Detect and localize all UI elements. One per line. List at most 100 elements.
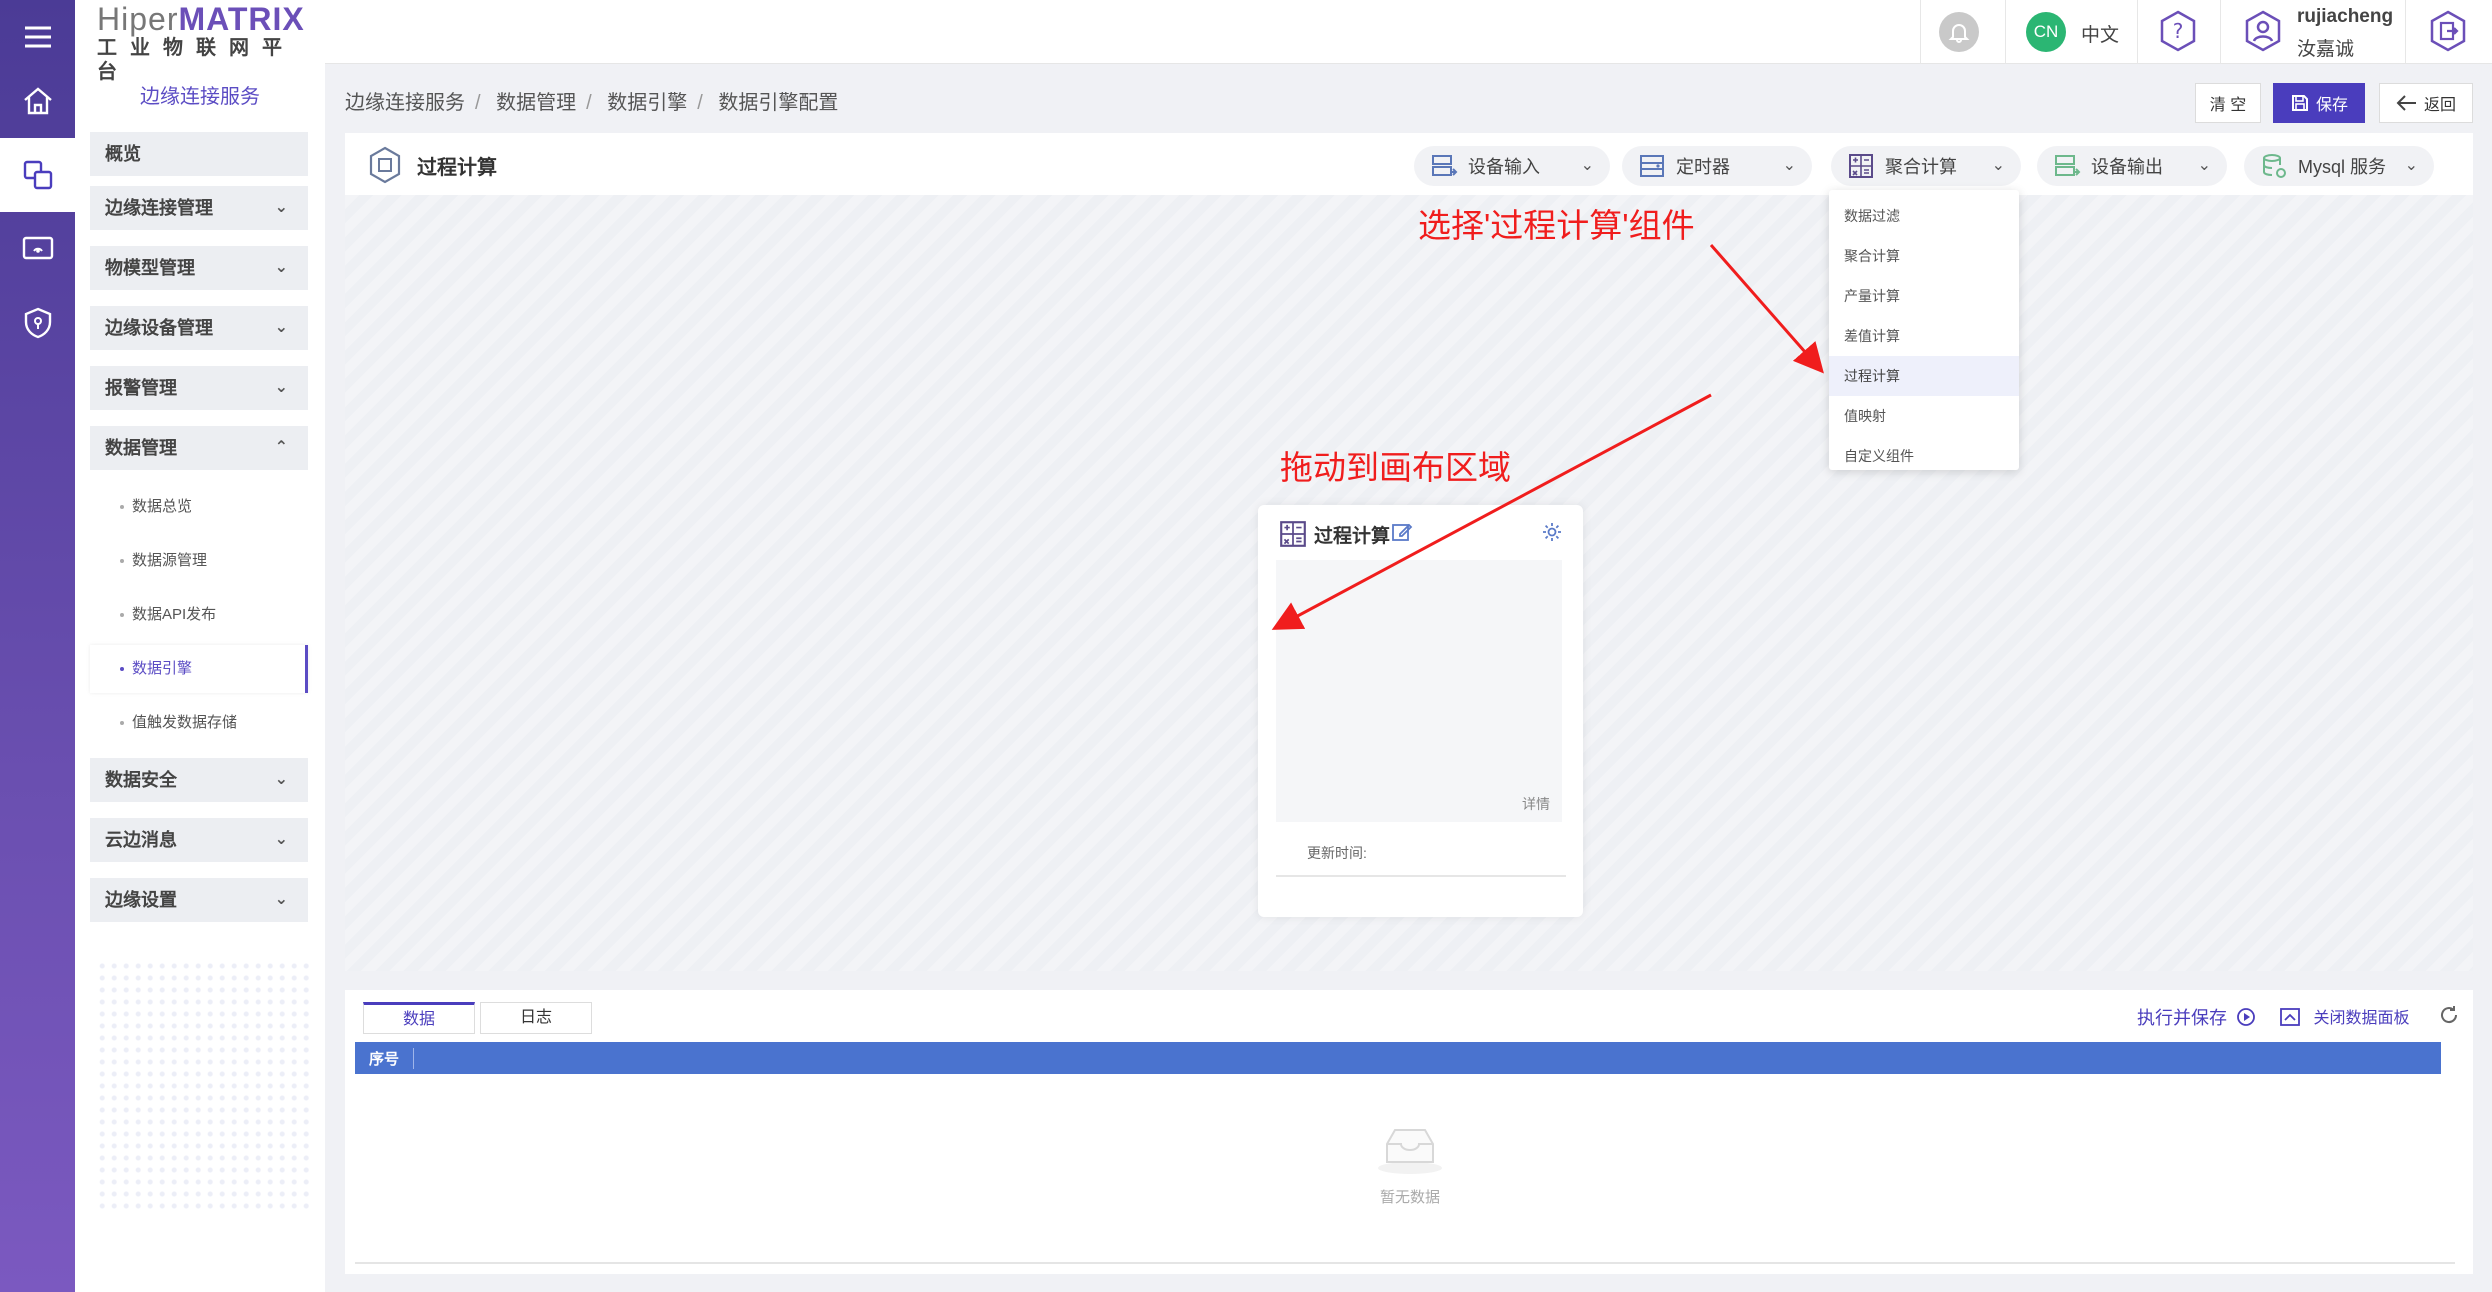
close-data-panel-button[interactable]: 关闭数据面板 — [2279, 1004, 2409, 1028]
sidebar-item-label: 物模型管理 — [105, 258, 195, 278]
language-label[interactable]: 中文 — [2081, 20, 2119, 47]
header-divider — [2137, 0, 2138, 64]
brand-name-part2: MATRIX — [178, 1, 305, 37]
notification-button[interactable] — [1939, 12, 1979, 52]
save-button-label: 保存 — [2315, 97, 2348, 114]
collapse-icon — [2280, 1008, 2300, 1026]
save-button[interactable]: 保存 — [2273, 83, 2365, 123]
help-button[interactable]: ? — [2155, 8, 2201, 59]
sidebar-item-alarm[interactable]: 报警管理 ⌄ — [90, 366, 308, 410]
menu-toggle-button[interactable] — [0, 0, 75, 74]
user-avatar[interactable] — [2240, 8, 2286, 59]
sidebar-item-label: 边缘设备管理 — [105, 318, 213, 338]
header-divider — [2005, 0, 2006, 64]
icon-rail — [0, 0, 75, 1292]
breadcrumb-separator: / — [697, 92, 703, 114]
chevron-down-icon: ⌄ — [274, 259, 288, 276]
run-and-save-button[interactable]: 执行并保存 — [2137, 1004, 2256, 1030]
brand-subtitle: 工业物联网平台 — [97, 37, 295, 83]
sidebar-subitem-label: 数据总览 — [132, 498, 193, 515]
chevron-down-icon: ⌄ — [274, 379, 288, 396]
sidebar-item-edge-settings[interactable]: 边缘设置 ⌄ — [90, 878, 308, 922]
empty-state-text: 暂无数据 — [1379, 1189, 1440, 1206]
chevron-down-icon: ⌄ — [274, 319, 288, 336]
sidebar-subitem-label: 数据API发布 — [132, 606, 217, 623]
breadcrumb-item[interactable]: 数据引擎 — [607, 92, 687, 114]
monitor-eye-icon — [22, 236, 53, 260]
brand-logo: HiperMATRIX 工业物联网平台 — [97, 1, 307, 83]
clear-button-label: 清 空 — [2209, 97, 2247, 114]
sidebar-item-label: 云边消息 — [105, 830, 177, 850]
shield-icon — [24, 307, 51, 339]
sidebar-subitem-data-overview[interactable]: 数据总览 — [90, 483, 308, 531]
arrow-to-canvas — [1271, 393, 1712, 630]
sidebar-item-edge-device[interactable]: 边缘设备管理 ⌄ — [90, 306, 308, 350]
sidebar-subitem-label: 数据引擎 — [132, 660, 193, 677]
tab-data[interactable]: 数据 — [363, 1002, 475, 1034]
sidebar-subitem-data-source[interactable]: 数据源管理 — [90, 537, 308, 585]
flow-editor: 过程计算 设备输入 ⌄ 定时器 ⌄ 聚合计算 ⌄ 设备输出 ⌄ Mysql 服务… — [345, 133, 2473, 971]
rail-home-button[interactable] — [0, 64, 75, 138]
refresh-icon[interactable] — [2438, 1004, 2460, 1026]
chevron-down-icon: ⌄ — [274, 891, 288, 908]
sidebar-item-data-management[interactable]: 数据管理 ⌃ — [90, 426, 308, 470]
table-bottom-line — [355, 1262, 2455, 1264]
sidebar-subitem-data-api[interactable]: 数据API发布 — [90, 591, 308, 639]
sidebar-subitem-label: 数据源管理 — [132, 552, 208, 569]
sidebar-item-thing-model[interactable]: 物模型管理 ⌄ — [90, 246, 308, 290]
logout-button[interactable] — [2425, 8, 2471, 59]
sidebar-item-label: 数据管理 — [105, 438, 177, 458]
service-title[interactable]: 边缘连接服务 — [75, 80, 325, 109]
sidebar-decoration — [95, 960, 315, 1210]
help-hexagon-icon: ? — [2160, 10, 2196, 52]
header-divider — [1920, 0, 1921, 64]
brand-name-part1: Hiper — [97, 1, 179, 37]
bell-icon — [1948, 24, 1970, 43]
header-divider — [2220, 0, 2221, 64]
breadcrumb-separator: / — [586, 92, 592, 114]
chevron-down-icon: ⌄ — [274, 199, 288, 216]
hamburger-icon — [24, 26, 51, 48]
sidebar-item-cloud-edge-message[interactable]: 云边消息 ⌄ — [90, 818, 308, 862]
empty-inbox-icon — [1378, 1129, 1442, 1174]
home-icon — [23, 87, 52, 115]
user-display-name[interactable]: 汝嘉诚 — [2297, 34, 2354, 61]
chevron-down-icon: ⌄ — [274, 771, 288, 788]
rail-edge-button[interactable] — [0, 138, 75, 212]
rail-security-button[interactable] — [0, 286, 75, 360]
svg-text:?: ? — [2173, 19, 2184, 43]
logout-hexagon-icon — [2430, 10, 2466, 52]
language-badge[interactable]: CN — [2026, 12, 2066, 52]
breadcrumb-item[interactable]: 边缘连接服务 — [345, 92, 465, 114]
floppy-disk-icon — [2291, 95, 2308, 111]
sidebar-item-label: 边缘连接管理 — [105, 198, 213, 218]
run-and-save-label: 执行并保存 — [2137, 1008, 2227, 1028]
sidebar-subitem-trigger-storage[interactable]: 值触发数据存储 — [90, 699, 308, 747]
sidebar: HiperMATRIX 工业物联网平台 边缘连接服务 概览 边缘连接管理 ⌄ 物模… — [75, 0, 325, 1292]
sidebar-item-label: 概览 — [105, 144, 141, 164]
breadcrumb-current: 数据引擎配置 — [718, 92, 839, 114]
chevron-up-icon: ⌃ — [274, 439, 288, 456]
sidebar-item-label: 报警管理 — [105, 378, 177, 398]
breadcrumb-item[interactable]: 数据管理 — [496, 92, 576, 114]
back-button[interactable]: 返回 — [2379, 83, 2473, 123]
breadcrumb: 边缘连接服务 / 数据管理 / 数据引擎 / 数据引擎配置 — [345, 86, 838, 115]
user-name[interactable]: rujiacheng — [2297, 6, 2393, 28]
column-header-index: 序号 — [369, 1048, 415, 1069]
sidebar-subitem-data-engine[interactable]: 数据引擎 — [90, 645, 308, 693]
tab-log[interactable]: 日志 — [480, 1002, 592, 1034]
sidebar-subitem-label: 值触发数据存储 — [132, 714, 238, 731]
sidebar-item-edge-connection[interactable]: 边缘连接管理 ⌄ — [90, 186, 308, 230]
clear-button[interactable]: 清 空 — [2195, 83, 2261, 123]
data-panel: 数据 日志 执行并保存 关闭数据面板 序号 暂无数据 — [345, 990, 2473, 1274]
rail-monitor-button[interactable] — [0, 212, 75, 286]
sidebar-item-data-security[interactable]: 数据安全 ⌄ — [90, 758, 308, 802]
breadcrumb-separator: / — [475, 92, 481, 114]
chevron-down-icon: ⌄ — [274, 831, 288, 848]
arrow-to-dropdown — [1709, 244, 1824, 374]
table-header: 序号 — [355, 1042, 2441, 1074]
back-button-label: 返回 — [2423, 97, 2456, 114]
close-data-panel-label: 关闭数据面板 — [2313, 1010, 2410, 1027]
play-circle-icon — [2237, 1008, 2255, 1026]
sidebar-item-overview[interactable]: 概览 — [90, 132, 308, 176]
